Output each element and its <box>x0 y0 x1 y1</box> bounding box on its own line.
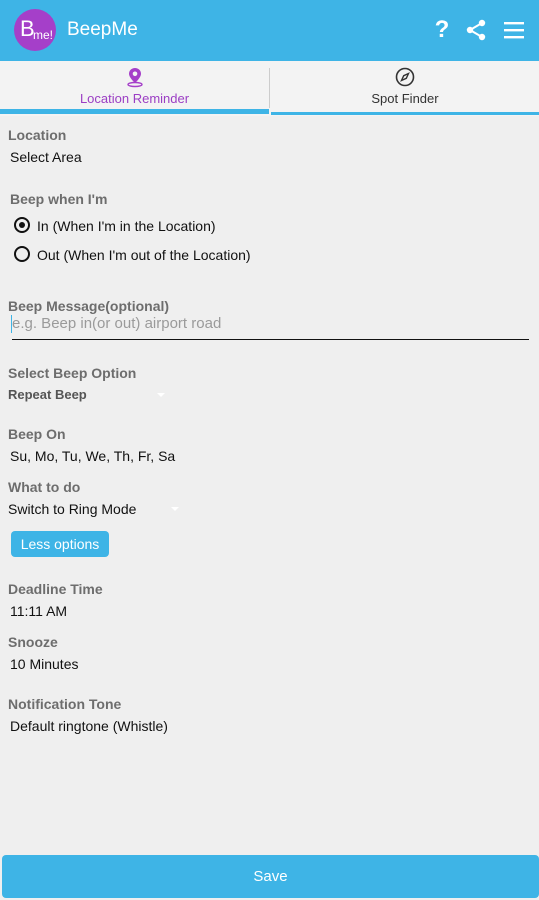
radio-selected-dot <box>19 222 25 228</box>
tab-divider <box>269 68 270 108</box>
snooze-label: Snooze <box>8 634 58 650</box>
share-icon <box>466 19 486 41</box>
help-icon: ? <box>434 16 450 43</box>
deadline-time[interactable]: 11:11 AM <box>10 603 67 619</box>
dropdown-arrow-icon <box>171 507 179 511</box>
app-logo: B me! <box>14 9 56 51</box>
what-to-do-value: Switch to Ring Mode <box>8 501 137 517</box>
location-label: Location <box>8 127 67 143</box>
radio-label-in: In (When I'm in the Location) <box>37 218 216 234</box>
compass-icon <box>395 67 415 87</box>
beep-message-label: Beep Message(optional) <box>8 298 170 314</box>
location-select[interactable]: Select Area <box>10 149 82 165</box>
radio-button-in[interactable] <box>14 217 30 233</box>
menu-button[interactable] <box>498 14 530 46</box>
tab-label: Spot Finder <box>371 91 439 106</box>
what-to-do-label: What to do <box>8 479 81 495</box>
notification-tone-label: Notification Tone <box>8 696 122 712</box>
beep-message-placeholder: e.g. Beep in(or out) airport road <box>12 315 222 332</box>
logo-small-text: me! <box>33 28 54 42</box>
beep-on-label: Beep On <box>8 426 66 442</box>
save-button[interactable]: Save <box>2 855 539 898</box>
notification-tone-value[interactable]: Default ringtone (Whistle) <box>10 718 168 734</box>
beep-option-label: Select Beep Option <box>8 365 137 381</box>
beep-when-label: Beep when I'm <box>10 191 108 207</box>
tab-label: Location Reminder <box>79 91 190 106</box>
beep-on-days[interactable]: Su, Mo, Tu, We, Th, Fr, Sa <box>10 448 175 464</box>
tab-inactive-indicator <box>271 112 539 115</box>
text-caret <box>11 315 12 333</box>
menu-icon <box>504 22 524 39</box>
app-bar: B me! BeepMe ? <box>0 0 539 61</box>
input-underline <box>12 339 529 340</box>
deadline-label: Deadline Time <box>8 581 103 597</box>
tab-location-reminder[interactable]: Location Reminder <box>0 61 269 116</box>
tab-spot-finder[interactable]: Spot Finder <box>271 61 539 116</box>
tab-active-indicator <box>0 109 269 114</box>
location-pin-icon <box>126 68 143 88</box>
share-button[interactable] <box>460 14 492 46</box>
help-button[interactable]: ? <box>426 14 458 46</box>
radio-label-out: Out (When I'm out of the Location) <box>37 247 251 263</box>
less-options-button[interactable]: Less options <box>11 531 109 557</box>
beep-option-value: Repeat Beep <box>8 387 87 402</box>
dropdown-arrow-icon <box>157 393 165 397</box>
radio-button-out[interactable] <box>14 246 30 262</box>
app-title: BeepMe <box>67 19 138 40</box>
snooze-value[interactable]: 10 Minutes <box>10 656 78 672</box>
